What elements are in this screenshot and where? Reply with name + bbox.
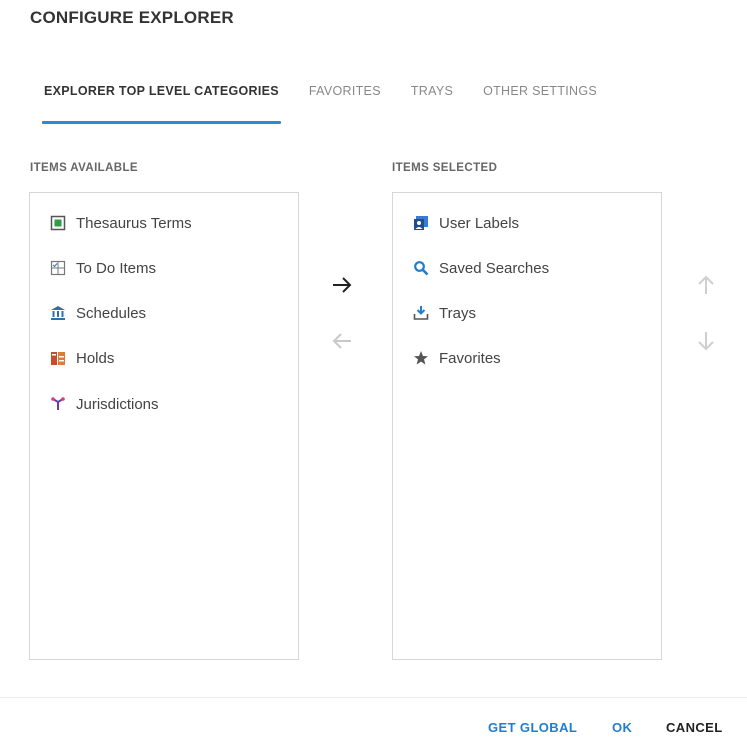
hold-icon <box>48 348 68 368</box>
items-selected-label: ITEMS SELECTED <box>392 162 498 174</box>
move-down-button[interactable] <box>691 326 721 356</box>
move-up-button[interactable] <box>691 270 721 300</box>
list-item-label: Schedules <box>76 304 147 322</box>
list-item-trays[interactable]: Trays <box>411 301 476 325</box>
tab-explorer-top-level-categories[interactable]: EXPLORER TOP LEVEL CATEGORIES <box>42 84 281 126</box>
search-icon <box>411 258 431 278</box>
todo-icon <box>48 258 68 278</box>
list-item-jurisdictions[interactable]: Jurisdictions <box>48 392 159 416</box>
items-selected-list: User Labels Saved Searches Trays Favorit… <box>392 192 662 660</box>
list-item-favorites[interactable]: Favorites <box>411 346 501 370</box>
list-item-thesaurus-terms[interactable]: Thesaurus Terms <box>48 211 192 235</box>
items-available-label: ITEMS AVAILABLE <box>30 162 139 174</box>
list-item-label: Trays <box>439 304 476 322</box>
list-item-label: To Do Items <box>76 259 157 277</box>
list-item-label: User Labels <box>439 214 520 232</box>
list-item-schedules[interactable]: Schedules <box>48 301 146 325</box>
tab-favorites[interactable]: FAVORITES <box>309 84 381 126</box>
tab-bar: EXPLORER TOP LEVEL CATEGORIES FAVORITES … <box>42 84 627 126</box>
move-left-button[interactable] <box>327 326 357 356</box>
list-item-label: Thesaurus Terms <box>76 214 192 232</box>
footer-divider <box>0 697 747 698</box>
dialog-title: CONFIGURE EXPLORER <box>30 8 234 27</box>
list-item-label: Jurisdictions <box>76 395 159 413</box>
list-item-holds[interactable]: Holds <box>48 346 114 370</box>
bank-icon <box>48 303 68 323</box>
jurisdiction-icon <box>48 394 68 414</box>
list-item-label: Saved Searches <box>439 259 550 277</box>
list-item-label: Favorites <box>439 349 501 367</box>
arrow-up-icon <box>698 275 714 294</box>
get-global-button[interactable]: GET GLOBAL <box>488 720 577 735</box>
list-item-saved-searches[interactable]: Saved Searches <box>411 256 549 280</box>
cancel-button[interactable]: CANCEL <box>666 720 723 735</box>
tab-other-settings[interactable]: OTHER SETTINGS <box>483 84 597 126</box>
star-icon <box>411 348 431 368</box>
tab-trays[interactable]: TRAYS <box>411 84 453 126</box>
user-labels-icon <box>411 213 431 233</box>
ok-button[interactable]: OK <box>612 720 632 735</box>
tray-icon <box>411 303 431 323</box>
list-item-label: Holds <box>76 349 115 367</box>
arrow-left-icon <box>332 333 351 349</box>
arrow-down-icon <box>698 332 714 351</box>
move-right-button[interactable] <box>327 270 357 300</box>
arrow-right-icon <box>333 277 352 293</box>
thesaurus-icon <box>48 213 68 233</box>
items-available-list: Thesaurus Terms To Do Items Schedules Ho… <box>29 192 299 660</box>
list-item-to-do-items[interactable]: To Do Items <box>48 256 156 280</box>
list-item-user-labels[interactable]: User Labels <box>411 211 519 235</box>
